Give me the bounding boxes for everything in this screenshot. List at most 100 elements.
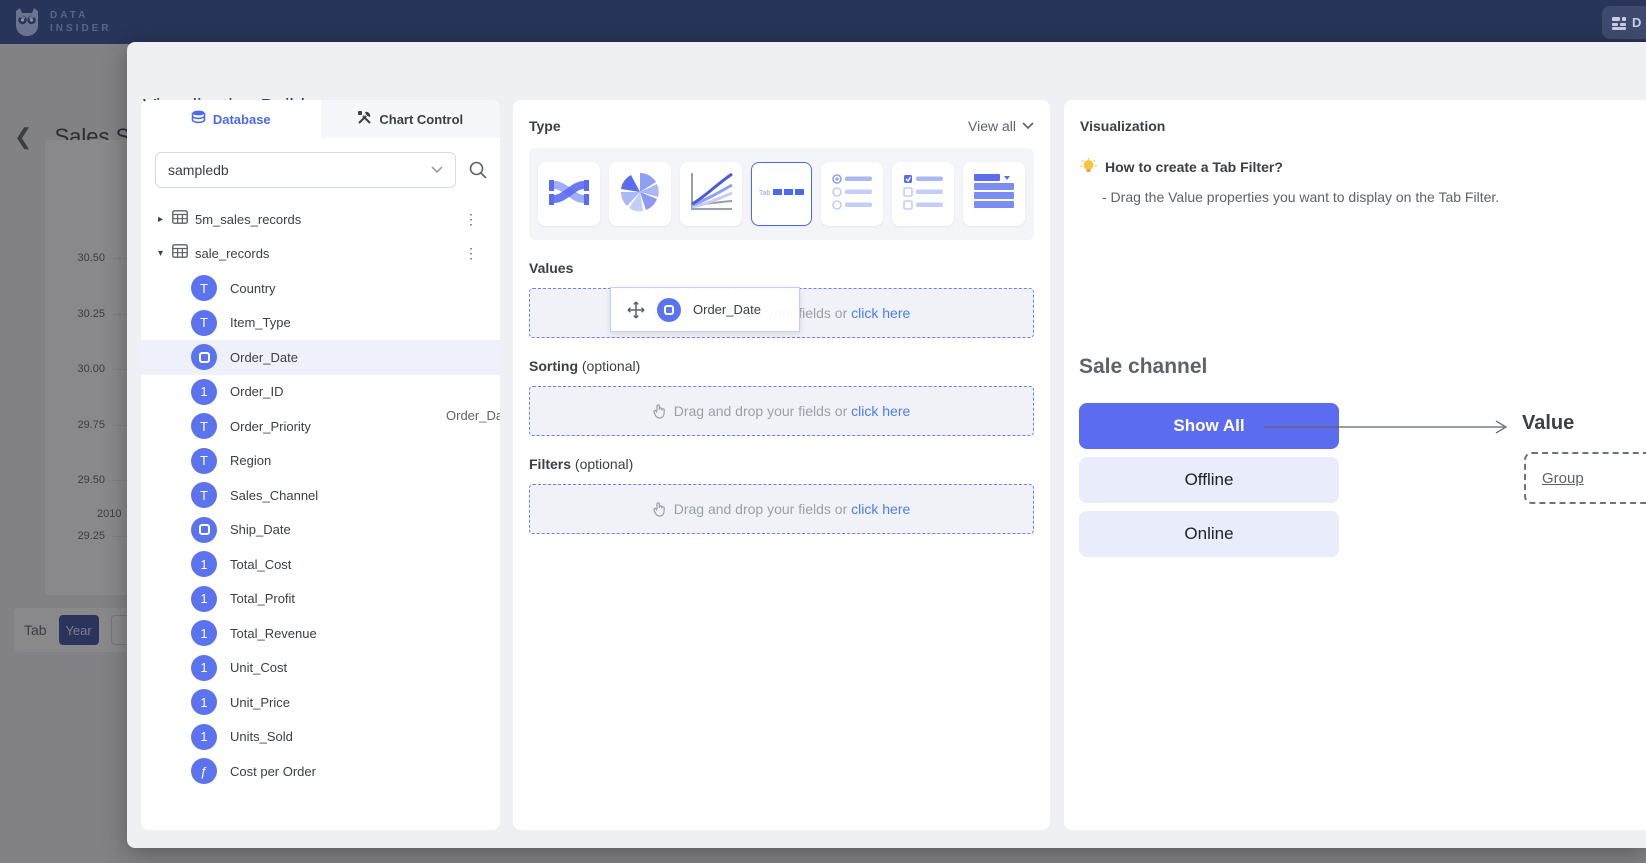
tab-database[interactable]: Database (141, 100, 321, 138)
annotation-group-link[interactable]: Group (1542, 470, 1584, 487)
field-name: Total_Profit (230, 591, 295, 606)
annotation-arrow (1264, 416, 1514, 438)
table-name: 5m_sales_records (195, 212, 301, 227)
field-row-unit_price[interactable]: 1Unit_Price (141, 685, 500, 720)
tip-body: - Drag the Value properties you want to … (1064, 175, 1646, 205)
field-name: Unit_Cost (230, 660, 287, 675)
dashboard-grid-icon (1611, 15, 1627, 31)
field-row-total_revenue[interactable]: 1Total_Revenue (141, 616, 500, 651)
field-type-number-icon: 1 (191, 620, 217, 646)
sorting-dropzone[interactable]: Drag and drop your fields or click here (529, 386, 1034, 436)
field-type-number-icon: 1 (191, 586, 217, 612)
field-row-unit_cost[interactable]: 1Unit_Cost (141, 651, 500, 686)
chart-type-line[interactable] (680, 162, 742, 226)
drag-hand-icon (653, 403, 667, 419)
tip-title: How to create a Tab Filter? (1105, 159, 1283, 175)
channel-button-online[interactable]: Online (1079, 511, 1339, 557)
app-logo[interactable]: DATA INSIDER (14, 7, 112, 37)
field-type-number-icon: 1 (191, 724, 217, 750)
tab-chart-control[interactable]: Chart Control (321, 100, 501, 138)
field-name: Total_Cost (230, 557, 291, 572)
chart-config-panel: Type View all Tab ValuesDrag and drop yo… (513, 100, 1050, 830)
chart-type-tab-filter[interactable]: Tab (751, 162, 813, 226)
visualization-panel: Visualization How to create a Tab Filter… (1064, 100, 1646, 830)
filters-section-label: Filters (optional) (529, 456, 633, 472)
top-navbar: DATA INSIDER D (0, 0, 1646, 44)
field-row-order_date[interactable]: Order_Date (141, 340, 500, 375)
database-select[interactable]: sampledb (155, 152, 456, 188)
visualization-label: Visualization (1064, 100, 1646, 134)
caret-down-icon[interactable]: ▾ (158, 248, 172, 259)
field-name: Country (230, 281, 276, 296)
database-panel: DatabaseChart Control sampledb ▸ 5m_sales… (141, 100, 500, 830)
filters-dropzone[interactable]: Drag and drop your fields or click here (529, 484, 1034, 534)
click-here-link[interactable]: click here (851, 501, 910, 517)
search-icon[interactable] (468, 160, 488, 180)
tab-filter-preview-title: Sale channel (1079, 355, 1207, 379)
field-row-country[interactable]: TCountry (141, 271, 500, 306)
table-icon (172, 210, 188, 229)
field-type-text-icon: T (191, 310, 217, 336)
field-type-date-icon (191, 517, 217, 543)
drag-source-ghost: Order_Date (446, 408, 500, 423)
table-row-5m_sales_records[interactable]: ▸ 5m_sales_records ⋮ (141, 202, 500, 237)
field-row-ship_date[interactable]: Ship_Date (141, 513, 500, 548)
click-here-link[interactable]: click here (851, 305, 910, 321)
view-all-label: View all (968, 118, 1016, 134)
dragged-field-chip[interactable]: Order_Date (610, 287, 800, 332)
annotation-value-label: Value (1522, 412, 1574, 435)
chart-type-radio-list[interactable] (821, 162, 883, 226)
chart-type-table[interactable] (963, 162, 1025, 226)
channel-button-offline[interactable]: Offline (1079, 457, 1339, 503)
caret-right-icon[interactable]: ▸ (158, 214, 172, 225)
click-here-link[interactable]: click here (851, 403, 910, 419)
field-row-total_profit[interactable]: 1 Total_Profit (141, 582, 500, 617)
sankey-icon (547, 172, 591, 217)
database-select-value: sampledb (168, 162, 229, 178)
chart-type-pie[interactable] (609, 162, 671, 226)
field-row-units_sold[interactable]: 1Units_Sold (141, 720, 500, 755)
field-name: Cost per Order (230, 764, 316, 779)
table-icon (172, 244, 188, 263)
table-menu-icon[interactable]: ⋮ (464, 211, 478, 228)
values-section-label: Values (529, 260, 573, 276)
table-row-sale_records[interactable]: ▾ sale_records ⋮ (141, 237, 500, 272)
tab-filter-icon: Tab (759, 184, 805, 205)
field-name: Unit_Price (230, 695, 290, 710)
field-row-item_type[interactable]: T Item_Type (141, 306, 500, 341)
view-all-button[interactable]: View all (968, 118, 1034, 134)
chevron-down-icon (1022, 122, 1034, 130)
drag-hand-icon (653, 501, 667, 517)
field-name: Order_ID (230, 384, 283, 399)
table-name: sale_records (195, 246, 269, 261)
pie-icon (619, 171, 661, 218)
database-icon (191, 110, 206, 128)
chevron-down-icon (431, 166, 443, 174)
logo-text-line1: DATA (50, 9, 112, 22)
chart-type-sankey[interactable] (538, 162, 600, 226)
dashboard-nav-button[interactable]: D (1602, 6, 1646, 39)
table-menu-icon[interactable]: ⋮ (464, 245, 478, 262)
field-row-total_cost[interactable]: 1 Total_Cost (141, 547, 500, 582)
visualization-builder-modal: Visualization Builder DatabaseChart Cont… (127, 42, 1646, 848)
field-type-text-icon: T (191, 413, 217, 439)
owl-logo-icon (14, 7, 40, 37)
field-row-order_id[interactable]: 1Order_ID (141, 375, 500, 410)
field-name: Sales_Channel (230, 488, 318, 503)
field-type-number-icon: 1 (191, 551, 217, 577)
field-row-cost-per-order[interactable]: ƒCost per Order (141, 754, 500, 789)
chart-type-checkbox-list[interactable] (892, 162, 954, 226)
logo-text-line2: INSIDER (50, 22, 112, 35)
field-name: Ship_Date (230, 522, 291, 537)
field-name: Item_Type (230, 315, 291, 330)
checkbox-list-icon (901, 172, 945, 217)
field-row-region[interactable]: TRegion (141, 444, 500, 479)
lightbulb-icon (1080, 158, 1097, 175)
line-icon (688, 171, 734, 218)
sorting-section-label: Sorting (optional) (529, 358, 640, 374)
radio-list-icon (830, 172, 874, 217)
field-name: Order_Date (230, 350, 298, 365)
dragged-field-label: Order_Date (693, 302, 761, 317)
field-row-sales_channel[interactable]: TSales_Channel (141, 478, 500, 513)
field-name: Order_Priority (230, 419, 311, 434)
